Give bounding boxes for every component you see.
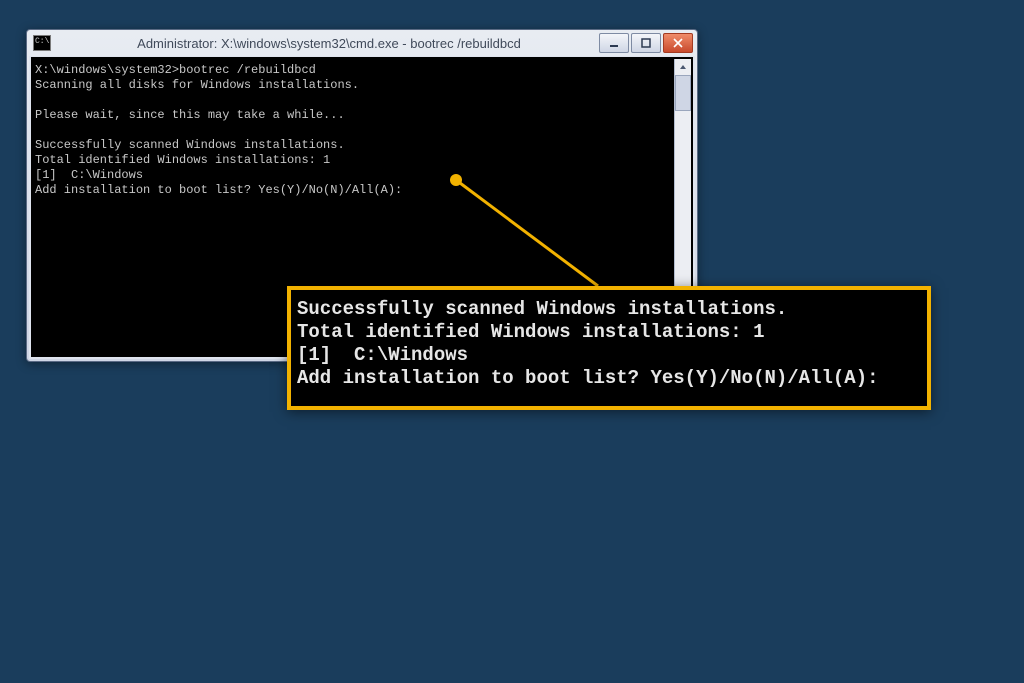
zoom-text: Successfully scanned Windows installatio… <box>291 290 927 406</box>
maximize-button[interactable] <box>631 33 661 53</box>
window-title: Administrator: X:\windows\system32\cmd.e… <box>59 36 599 51</box>
console-line: Total identified Windows installations: … <box>35 153 330 167</box>
console-line: Please wait, since this may take a while… <box>35 108 345 122</box>
cmd-icon <box>33 35 51 51</box>
zoom-line: Add installation to boot list? Yes(Y)/No… <box>297 367 879 389</box>
scroll-up-button[interactable] <box>675 59 691 75</box>
close-button[interactable] <box>663 33 693 53</box>
zoom-line: [1] C:\Windows <box>297 344 468 366</box>
window-controls <box>599 33 693 53</box>
zoom-line: Successfully scanned Windows installatio… <box>297 298 787 320</box>
scroll-thumb[interactable] <box>675 75 691 111</box>
console-line: Scanning all disks for Windows installat… <box>35 78 359 92</box>
console-line: Add installation to boot list? Yes(Y)/No… <box>35 183 402 197</box>
minimize-button[interactable] <box>599 33 629 53</box>
console-line: Successfully scanned Windows installatio… <box>35 138 345 152</box>
titlebar[interactable]: Administrator: X:\windows\system32\cmd.e… <box>27 30 697 56</box>
zoom-line: Total identified Windows installations: … <box>297 321 764 343</box>
console-line: X:\windows\system32>bootrec /rebuildbcd <box>35 63 316 77</box>
zoom-callout: Successfully scanned Windows installatio… <box>287 286 931 410</box>
console-line: [1] C:\Windows <box>35 168 143 182</box>
